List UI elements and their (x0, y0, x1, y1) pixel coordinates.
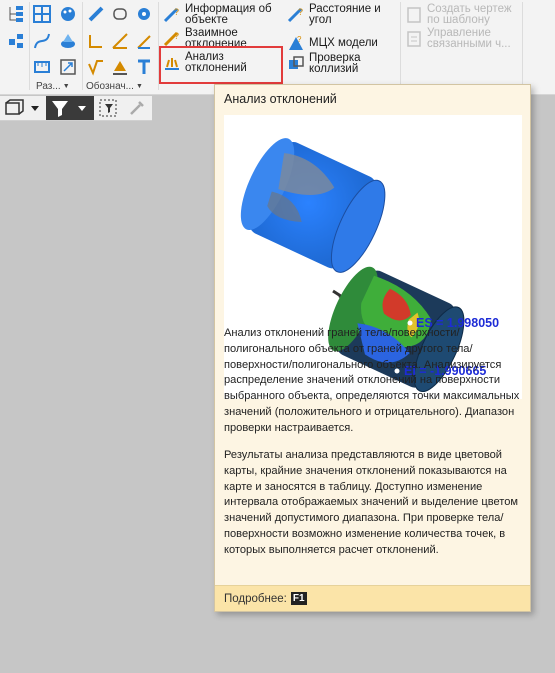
source-cylinder (240, 138, 386, 273)
ribbon: Раз... ▼ Обознач... ▼ ? Информация об объе… (0, 0, 555, 95)
tube-icon[interactable] (86, 4, 106, 24)
filter-icon[interactable] (48, 98, 92, 118)
view-mode-dropdown[interactable] (3, 98, 41, 118)
cylinder-icon[interactable] (110, 4, 130, 24)
distance-angle-button[interactable]: ? Расстояние и угол (286, 3, 404, 26)
selection-filter-icon[interactable] (96, 98, 122, 118)
roughness-icon[interactable] (86, 57, 106, 77)
group-label-designations[interactable]: Обознач... ▼ (86, 79, 143, 93)
grid-icon[interactable] (32, 4, 52, 24)
more-info-label: Подробнее: (224, 592, 287, 605)
spring-icon[interactable] (134, 4, 154, 24)
group-label-section[interactable]: Раз... ▼ (36, 79, 70, 93)
base-icon[interactable] (110, 57, 130, 77)
collision-check-button[interactable]: Проверка коллизий (286, 52, 389, 75)
angle-icon[interactable] (110, 31, 130, 51)
info-object-button[interactable]: ? Информация об объекте (162, 3, 280, 26)
measure-icon[interactable] (32, 57, 52, 77)
surface-icon[interactable] (58, 31, 78, 51)
tooltip-title: Анализ отклонений (224, 92, 337, 106)
curve-icon[interactable] (32, 31, 52, 51)
mass-properties-button[interactable]: ? МЦХ модели (286, 33, 378, 53)
svg-text:?: ? (174, 7, 179, 17)
mass-properties-icon: ? (286, 33, 306, 53)
expand-icon[interactable] (58, 57, 78, 77)
tooltip: Анализ отклонений ES = 1.998050 EI = -1.… (214, 84, 531, 612)
text-icon[interactable] (134, 57, 154, 77)
manage-linked-button[interactable]: Управление связанными ч... (404, 27, 522, 50)
description-paragraph-1: Анализ отклонений граней тела/поверхност… (224, 327, 520, 434)
info-icon: ? (162, 5, 182, 25)
f1-key-badge[interactable]: F1 (290, 592, 307, 605)
palette-icon[interactable] (58, 4, 78, 24)
distance-angle-icon: ? (286, 5, 306, 25)
description-paragraph-2: Результаты анализа представляются в виде… (224, 449, 519, 556)
structure-icon[interactable] (6, 31, 26, 51)
eyedropper-icon[interactable] (126, 98, 148, 118)
radius-icon[interactable] (134, 31, 154, 51)
collision-icon (286, 54, 306, 74)
drawing-template-icon (404, 5, 424, 25)
svg-text:?: ? (174, 31, 179, 41)
dimension-icon[interactable] (86, 31, 106, 51)
tooltip-footer: Подробнее: F1 (215, 585, 530, 611)
selection-highlight (159, 46, 283, 84)
svg-text:?: ? (298, 7, 303, 17)
linked-drawings-icon (404, 29, 424, 49)
filter-toolbar (0, 96, 152, 121)
svg-text:?: ? (297, 35, 302, 44)
create-drawing-button[interactable]: Создать чертеж по шаблону (404, 3, 522, 26)
hierarchy-icon[interactable] (6, 4, 26, 24)
